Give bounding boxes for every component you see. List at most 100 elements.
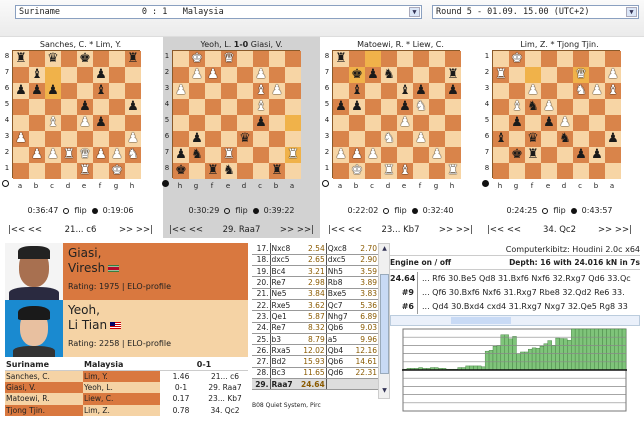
square-f5[interactable] xyxy=(525,115,541,131)
square-f2[interactable] xyxy=(525,67,541,83)
next-move-button[interactable]: >> xyxy=(598,225,612,235)
square-c2[interactable]: ♛ xyxy=(573,67,589,83)
square-g2[interactable]: ♟ xyxy=(109,147,125,163)
square-d1[interactable] xyxy=(557,51,573,67)
square-b4[interactable] xyxy=(349,115,365,131)
white-p-piece-icon[interactable]: ♟ xyxy=(415,131,427,146)
square-a7[interactable]: ♜ xyxy=(285,147,301,163)
black-p-piece-icon[interactable]: ♟ xyxy=(95,67,107,82)
move-list-scrollbar[interactable]: ▲ ▼ xyxy=(378,243,390,399)
square-f4[interactable] xyxy=(205,99,221,115)
square-c2[interactable]: ♟ xyxy=(253,67,269,83)
square-c7[interactable]: ♟ xyxy=(365,67,381,83)
square-h7[interactable] xyxy=(125,67,141,83)
square-d7[interactable] xyxy=(557,147,573,163)
white-r-piece-icon[interactable]: ♜ xyxy=(495,67,507,82)
black-move[interactable]: dxc5 xyxy=(325,254,352,267)
square-c1[interactable] xyxy=(365,163,381,179)
black-r-piece-icon[interactable]: ♜ xyxy=(271,163,283,178)
black-p-piece-icon[interactable]: ♟ xyxy=(255,115,267,130)
black-p-piece-icon[interactable]: ♟ xyxy=(15,83,27,98)
square-b7[interactable]: ♟ xyxy=(589,147,605,163)
square-e8[interactable] xyxy=(397,51,413,67)
first-move-button[interactable]: |<< xyxy=(8,225,25,235)
white-move[interactable]: Bc3 xyxy=(269,367,297,380)
square-c3[interactable] xyxy=(45,131,61,147)
square-a4[interactable] xyxy=(605,99,621,115)
move-row[interactable]: 27. Bd2 15.93 Qb6 14.61 xyxy=(252,355,378,368)
square-e4[interactable] xyxy=(221,99,237,115)
square-f1[interactable] xyxy=(205,51,221,67)
square-a6[interactable]: ♟ xyxy=(13,83,29,99)
square-g8[interactable] xyxy=(509,163,525,179)
square-h5[interactable] xyxy=(493,115,509,131)
square-g3[interactable] xyxy=(509,83,525,99)
team-row[interactable]: Giasi, V. Yeoh, L. 0-1 29. Raa7 xyxy=(5,382,248,394)
square-a2[interactable] xyxy=(285,67,301,83)
last-move-button[interactable]: >>| xyxy=(456,225,473,235)
black-r-piece-icon[interactable]: ♜ xyxy=(15,51,27,66)
square-h5[interactable]: ♟ xyxy=(125,99,141,115)
square-g6[interactable] xyxy=(429,83,445,99)
black-move[interactable]: Bxe5 xyxy=(325,288,352,300)
square-f5[interactable]: ♞ xyxy=(413,99,429,115)
square-d6[interactable] xyxy=(61,83,77,99)
square-a3[interactable] xyxy=(333,131,349,147)
move-row[interactable]: 28. Bc3 11.65 Qd6 22.31 xyxy=(252,367,378,380)
square-g6[interactable]: ♟ xyxy=(189,131,205,147)
black-p-piece-icon[interactable]: ♟ xyxy=(399,99,411,114)
black-b-piece-icon[interactable]: ♝ xyxy=(351,83,363,98)
black-move[interactable]: Qb6 xyxy=(325,322,352,334)
last-move-button[interactable]: >>| xyxy=(615,225,632,235)
white-b-piece-icon[interactable]: ♝ xyxy=(255,83,267,98)
square-g7[interactable] xyxy=(429,67,445,83)
square-h2[interactable]: ♞ xyxy=(125,147,141,163)
square-f1[interactable] xyxy=(413,163,429,179)
black-p-piece-icon[interactable]: ♟ xyxy=(47,83,59,98)
square-g5[interactable] xyxy=(189,115,205,131)
black-p-piece-icon[interactable]: ♟ xyxy=(511,115,523,130)
square-d5[interactable] xyxy=(381,99,397,115)
white-p-piece-icon[interactable]: ♟ xyxy=(95,147,107,162)
square-g3[interactable] xyxy=(429,131,445,147)
square-e2[interactable] xyxy=(397,147,413,163)
square-f3[interactable] xyxy=(205,83,221,99)
square-d3[interactable] xyxy=(557,83,573,99)
black-move[interactable] xyxy=(325,378,352,391)
square-f6[interactable]: ♟ xyxy=(413,83,429,99)
white-r-piece-icon[interactable]: ♜ xyxy=(223,147,235,162)
next-move-button[interactable]: >> xyxy=(439,225,453,235)
black-b-piece-icon[interactable]: ♝ xyxy=(495,131,507,146)
move-row[interactable]: 26. Rxa5 12.02 Qb4 12.16 xyxy=(252,344,378,357)
square-a2[interactable] xyxy=(13,147,29,163)
square-d4[interactable] xyxy=(557,99,573,115)
chessboard[interactable]: ♜ ♛ ♚ ♜ ♝ ♟ ♟ ♟ ♟ ♝ ♟ ♟ ♝ ♟ ♟ ♟ ♟ ♟ ♟ ♜ ♛ ♟ ♟ ♞ ♜ ♚ xyxy=(12,50,141,179)
chessboard[interactable]: ♜ ♚ ♟ ♞ ♜ ♝ ♝ ♟ ♟ ♟ ♟ ♟ ♞ ♟ ♞ ♟ ♟ ♟ ♟ ♟ ♚ ♜ ♝ ♜ xyxy=(332,50,461,179)
square-h1[interactable] xyxy=(125,163,141,179)
white-p-piece-icon[interactable]: ♟ xyxy=(111,147,123,162)
square-g1[interactable]: ♚ xyxy=(509,51,525,67)
move-row[interactable]: 22. Rxe5 3.62 Qc7 5.36 xyxy=(252,299,378,312)
black-q-piece-icon[interactable]: ♛ xyxy=(527,131,539,146)
square-a4[interactable] xyxy=(333,115,349,131)
square-a5[interactable] xyxy=(13,99,29,115)
square-c2[interactable]: ♟ xyxy=(365,147,381,163)
white-move[interactable]: dxc5 xyxy=(269,254,297,267)
square-h6[interactable]: ♟ xyxy=(445,83,461,99)
square-h4[interactable] xyxy=(125,115,141,131)
square-f8[interactable] xyxy=(93,51,109,67)
square-b1[interactable] xyxy=(589,51,605,67)
square-d8[interactable] xyxy=(557,163,573,179)
square-a1[interactable] xyxy=(333,163,349,179)
flip-button[interactable]: flip xyxy=(553,206,565,215)
square-h1[interactable] xyxy=(173,51,189,67)
square-d1[interactable]: ♜ xyxy=(381,163,397,179)
square-g7[interactable]: ♚ xyxy=(509,147,525,163)
white-p-piece-icon[interactable]: ♟ xyxy=(367,147,379,162)
square-h7[interactable]: ♟ xyxy=(173,147,189,163)
white-move[interactable]: Rxa5 xyxy=(269,344,297,357)
square-a8[interactable]: ♜ xyxy=(13,51,29,67)
square-b2[interactable] xyxy=(269,67,285,83)
white-move[interactable]: Re7 xyxy=(269,322,297,334)
square-e6[interactable] xyxy=(221,131,237,147)
